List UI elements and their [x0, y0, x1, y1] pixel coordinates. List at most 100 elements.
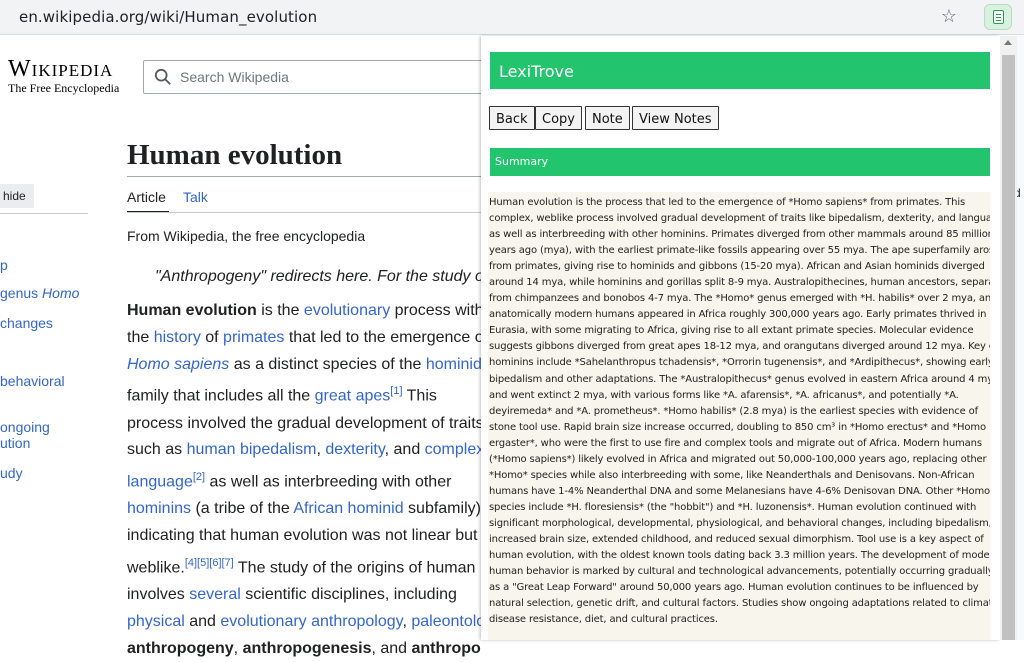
toc-hide-button[interactable]: hide [0, 184, 34, 208]
link[interactable]: hominins [127, 500, 191, 517]
summary-line: as a "Great Leap Forward" around 50,000 … [489, 582, 979, 594]
search-input[interactable]: Search Wikipedia [143, 60, 488, 94]
summary-line: Human evolution is the process that led … [489, 197, 966, 208]
link[interactable]: complex [425, 441, 485, 458]
link[interactable]: hominid [426, 356, 482, 373]
bold-term: anthropogeny [127, 639, 234, 657]
search-placeholder: Search Wikipedia [180, 69, 289, 85]
citation-link[interactable]: [2] [193, 471, 205, 483]
summary-line: stone tool use. Rapid brain size increas… [489, 421, 986, 433]
text: that led to the emergence o [284, 328, 484, 346]
text: , [402, 612, 412, 630]
tab-talk[interactable]: Talk [183, 189, 208, 205]
summary-line: anatomically modern humans appeared in A… [489, 309, 987, 321]
note-button[interactable]: Note [585, 106, 630, 130]
site-sub: From Wikipedia, the free encyclopedia [127, 228, 366, 244]
bold-term: anthropogenesis [242, 639, 372, 657]
summary-line: from primates, giving rise to hominids a… [489, 261, 985, 273]
text: , and [384, 441, 425, 459]
toc-divider [0, 213, 88, 214]
text: subfamily), [403, 500, 486, 518]
link[interactable]: several [189, 586, 241, 603]
text: is the [256, 302, 304, 319]
document-icon [993, 10, 1004, 24]
summary-line: complex, weblike process involved gradua… [489, 213, 990, 225]
summary-text: Human evolution is the process that led … [489, 195, 990, 628]
link[interactable]: physical [127, 613, 185, 630]
scrollbar-thumb[interactable] [1002, 55, 1015, 640]
text: The study of the origins of human [233, 559, 476, 577]
link[interactable]: history [154, 329, 201, 346]
link[interactable]: evolutionary [304, 302, 390, 319]
wikipedia-logo[interactable]: Wikipedia [8, 56, 113, 83]
toc-item[interactable]: ution [0, 435, 30, 451]
citation-link[interactable]: [4][5][6][7] [185, 557, 234, 569]
link[interactable]: Homo sapiens [127, 356, 229, 373]
summary-header: Summary [490, 148, 990, 176]
summary-box: Human evolution is the process that led … [488, 192, 990, 640]
wikipedia-tagline: The Free Encyclopedia [8, 81, 120, 95]
title-divider [127, 176, 487, 177]
text: This [402, 387, 437, 405]
summary-line: bipedalism and other adaptations. The *A… [489, 373, 990, 385]
text: , and [371, 639, 412, 657]
bold-term: anthropo [411, 639, 481, 657]
text: such as [127, 441, 187, 459]
text: family that includes all the [127, 387, 315, 405]
summary-line: species include *H. floresiensis* (the "… [489, 501, 977, 513]
toc-item[interactable]: ongoing [0, 419, 50, 435]
text: , [233, 639, 243, 657]
summary-line: ergaster*, who were the first to use fir… [489, 437, 982, 449]
page-title: Human evolution [127, 139, 343, 171]
text: indicating that human evolution was not … [127, 527, 478, 545]
view-notes-button[interactable]: View Notes [632, 106, 719, 130]
text: and [184, 612, 221, 630]
link[interactable]: evolutionary anthropology [220, 613, 402, 630]
extension-button[interactable] [984, 4, 1012, 30]
link[interactable]: human bipedalism [187, 441, 317, 458]
toc-item[interactable]: p [0, 257, 8, 273]
summary-line: years ago (mya), with the earliest prima… [489, 245, 990, 257]
summary-line: Eurasia, with some migrating to Africa, … [489, 325, 974, 337]
tab-article[interactable]: Article [127, 189, 166, 205]
link[interactable]: language [127, 473, 193, 490]
link[interactable]: great apes [315, 388, 391, 405]
text: (a tribe of the [191, 500, 294, 518]
summary-line: human evolution, with the oldest known t… [489, 550, 990, 562]
address-bar[interactable]: en.wikipedia.org/wiki/Human_evolution [19, 8, 317, 26]
article-body: Human evolution is the evolutionary proc… [127, 298, 487, 662]
tabs-divider [127, 212, 487, 213]
summary-line: hominins include *Sahelanthropus tchaden… [489, 357, 990, 369]
search-icon [154, 68, 171, 85]
hatnote: "Anthropogeny" redirects here. For the s… [155, 268, 484, 285]
copy-button[interactable]: Copy [535, 106, 582, 130]
summary-line: increased brain size, extended childhood… [489, 533, 984, 545]
toc-item-italic: Homo [42, 285, 80, 301]
toc-item[interactable]: changes [0, 315, 53, 331]
link[interactable]: dexterity [325, 441, 384, 458]
text: as well as interbreeding with other [205, 473, 452, 491]
summary-line: significant morphological, developmental… [489, 517, 990, 529]
text: the [127, 328, 154, 346]
scroll-up-arrow-icon[interactable] [1004, 40, 1012, 45]
summary-line: humans have 1-4% Neanderthal DNA and som… [489, 485, 990, 497]
toc-item[interactable]: genus Homo [0, 285, 79, 301]
bold-term: Human evolution [127, 302, 257, 319]
link[interactable]: paleontolo [411, 613, 485, 630]
link[interactable]: African hominid [293, 500, 403, 517]
text: , [316, 441, 326, 459]
link[interactable]: primates [223, 329, 284, 346]
summary-line: around 14 mya, while hominins and gorill… [489, 277, 990, 289]
text: weblike. [127, 559, 185, 577]
text: process involved the gradual development… [127, 414, 484, 432]
summary-line: (*Homo sapiens*) likely evolved in Afric… [489, 453, 987, 465]
toc-item[interactable]: behavioral [0, 373, 65, 389]
toc-item[interactable]: udy [0, 465, 23, 481]
summary-line: human behavior is marked by cultural and… [489, 566, 990, 578]
back-button[interactable]: Back [489, 106, 535, 130]
citation-link[interactable]: [1] [390, 385, 402, 397]
lexitrove-panel: LexiTrove Back Copy Note View Notes Summ… [481, 36, 1000, 640]
star-outline-icon[interactable]: ☆ [938, 5, 960, 27]
summary-line: disease resistance, diet, and cultural p… [489, 614, 718, 626]
summary-line: deyiremeda* and *A. prometheus*. *Homo h… [489, 405, 978, 417]
